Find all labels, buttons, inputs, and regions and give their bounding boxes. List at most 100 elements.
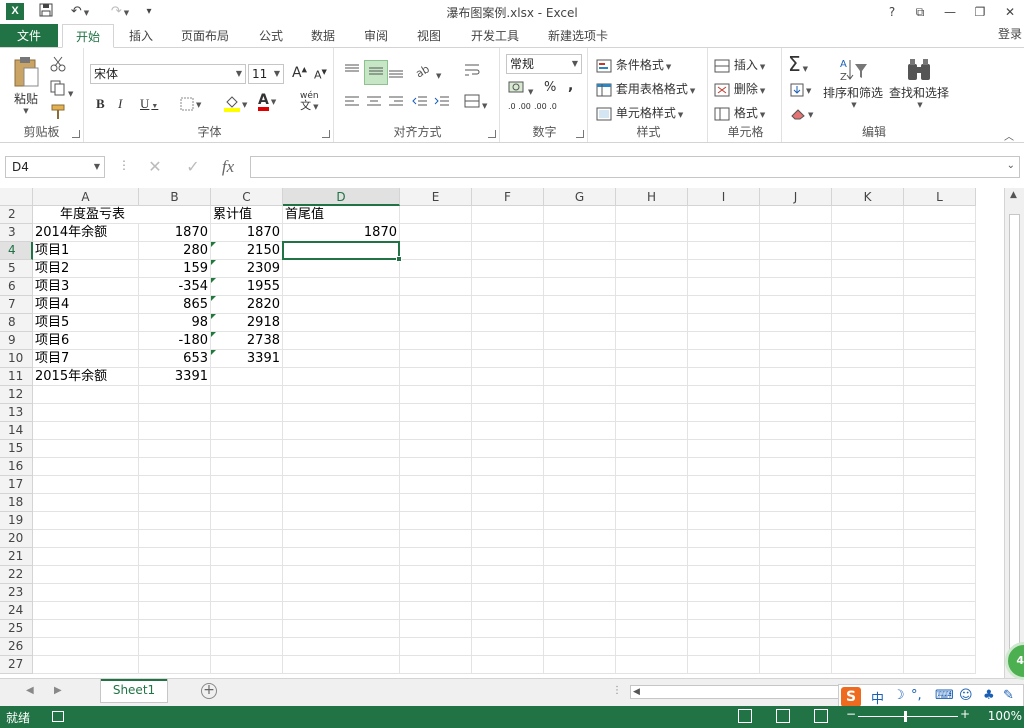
- column-header-c[interactable]: C: [211, 188, 283, 206]
- cell-i25[interactable]: [688, 620, 760, 638]
- cell-l11[interactable]: [904, 368, 976, 386]
- punctuation-icon[interactable]: °,: [911, 688, 922, 703]
- cell-c16[interactable]: [211, 458, 283, 476]
- column-header-d[interactable]: D: [283, 188, 400, 206]
- cell-f9[interactable]: [472, 332, 544, 350]
- cell-b26[interactable]: [139, 638, 211, 656]
- voice-icon[interactable]: ☺: [959, 688, 973, 703]
- maximize-button[interactable]: ❐: [966, 2, 994, 22]
- expand-formula-icon[interactable]: ⌄: [1007, 160, 1015, 171]
- cell-k19[interactable]: [832, 512, 904, 530]
- cell-j9[interactable]: [760, 332, 832, 350]
- cell-c26[interactable]: [211, 638, 283, 656]
- cell-g22[interactable]: [544, 566, 616, 584]
- cell-i2[interactable]: [688, 206, 760, 224]
- format-painter-icon[interactable]: [50, 104, 66, 123]
- cell-k18[interactable]: [832, 494, 904, 512]
- cell-e16[interactable]: [400, 458, 472, 476]
- tab-insert[interactable]: 插入: [120, 24, 162, 48]
- cell-d23[interactable]: [283, 584, 400, 602]
- cell-h18[interactable]: [616, 494, 688, 512]
- prev-sheet-icon[interactable]: ◀: [26, 685, 34, 696]
- cell-l8[interactable]: [904, 314, 976, 332]
- keyboard-icon[interactable]: ⌨: [935, 688, 954, 703]
- sheet-tab-sheet1[interactable]: Sheet1: [100, 679, 168, 703]
- cell-d8[interactable]: [283, 314, 400, 332]
- cell-h10[interactable]: [616, 350, 688, 368]
- cell-c18[interactable]: [211, 494, 283, 512]
- cell-f12[interactable]: [472, 386, 544, 404]
- cell-i15[interactable]: [688, 440, 760, 458]
- merge-center-icon[interactable]: ▼: [464, 94, 487, 111]
- row-header-3[interactable]: 3: [0, 224, 33, 242]
- cell-b16[interactable]: [139, 458, 211, 476]
- cell-l5[interactable]: [904, 260, 976, 278]
- row-header-19[interactable]: 19: [0, 512, 33, 530]
- error-indicator-icon[interactable]: [211, 296, 216, 301]
- help-button[interactable]: ?: [878, 2, 906, 22]
- cell-e8[interactable]: [400, 314, 472, 332]
- cell-i21[interactable]: [688, 548, 760, 566]
- font-launcher-icon[interactable]: [322, 130, 330, 138]
- zoom-slider-knob[interactable]: [904, 711, 907, 722]
- row-header-5[interactable]: 5: [0, 260, 33, 278]
- cell-e14[interactable]: [400, 422, 472, 440]
- cell-b15[interactable]: [139, 440, 211, 458]
- comma-style-button[interactable]: ,: [568, 78, 573, 94]
- undo-button[interactable]: ↶ ▼: [66, 3, 94, 21]
- cell-j11[interactable]: [760, 368, 832, 386]
- skin-icon[interactable]: ♣: [983, 688, 995, 703]
- cell-c3[interactable]: 1870: [211, 224, 283, 242]
- cell-c20[interactable]: [211, 530, 283, 548]
- cell-d13[interactable]: [283, 404, 400, 422]
- italic-button[interactable]: I: [118, 96, 122, 112]
- row-header-16[interactable]: 16: [0, 458, 33, 476]
- cell-g20[interactable]: [544, 530, 616, 548]
- cell-c12[interactable]: [211, 386, 283, 404]
- cell-k5[interactable]: [832, 260, 904, 278]
- cell-i18[interactable]: [688, 494, 760, 512]
- cell-d22[interactable]: [283, 566, 400, 584]
- cell-b19[interactable]: [139, 512, 211, 530]
- bold-button[interactable]: B: [96, 96, 105, 112]
- row-header-17[interactable]: 17: [0, 476, 33, 494]
- cell-c10[interactable]: 3391: [211, 350, 283, 368]
- column-header-k[interactable]: K: [832, 188, 904, 206]
- cell-f18[interactable]: [472, 494, 544, 512]
- cell-j12[interactable]: [760, 386, 832, 404]
- cell-g8[interactable]: [544, 314, 616, 332]
- cell-d26[interactable]: [283, 638, 400, 656]
- scroll-up-icon[interactable]: ▲: [1010, 190, 1017, 200]
- cell-h23[interactable]: [616, 584, 688, 602]
- cell-a18[interactable]: [33, 494, 139, 512]
- cell-i12[interactable]: [688, 386, 760, 404]
- cell-b11[interactable]: 3391: [139, 368, 211, 386]
- cell-h7[interactable]: [616, 296, 688, 314]
- cell-l10[interactable]: [904, 350, 976, 368]
- tab-home[interactable]: 开始: [62, 24, 114, 48]
- cell-i24[interactable]: [688, 602, 760, 620]
- cell-c15[interactable]: [211, 440, 283, 458]
- find-select-button[interactable]: 查找和选择 ▼: [888, 56, 950, 109]
- cell-d14[interactable]: [283, 422, 400, 440]
- cell-b4[interactable]: 280: [139, 242, 211, 260]
- zoom-out-icon[interactable]: −: [846, 707, 856, 721]
- tab-split-grip[interactable]: ⋮: [612, 685, 622, 696]
- clipboard-launcher-icon[interactable]: [72, 130, 80, 138]
- cell-k3[interactable]: [832, 224, 904, 242]
- add-sheet-icon[interactable]: +: [201, 683, 217, 699]
- copy-icon[interactable]: ▼: [50, 80, 73, 99]
- cell-h5[interactable]: [616, 260, 688, 278]
- cell-e12[interactable]: [400, 386, 472, 404]
- cell-j25[interactable]: [760, 620, 832, 638]
- cell-d19[interactable]: [283, 512, 400, 530]
- cell-k21[interactable]: [832, 548, 904, 566]
- cell-a8[interactable]: 项目5: [33, 314, 139, 332]
- cell-l17[interactable]: [904, 476, 976, 494]
- cell-j10[interactable]: [760, 350, 832, 368]
- cell-g17[interactable]: [544, 476, 616, 494]
- cell-a17[interactable]: [33, 476, 139, 494]
- cell-g27[interactable]: [544, 656, 616, 674]
- cell-l15[interactable]: [904, 440, 976, 458]
- cell-styles-button[interactable]: 单元格样式 ▼: [596, 104, 683, 121]
